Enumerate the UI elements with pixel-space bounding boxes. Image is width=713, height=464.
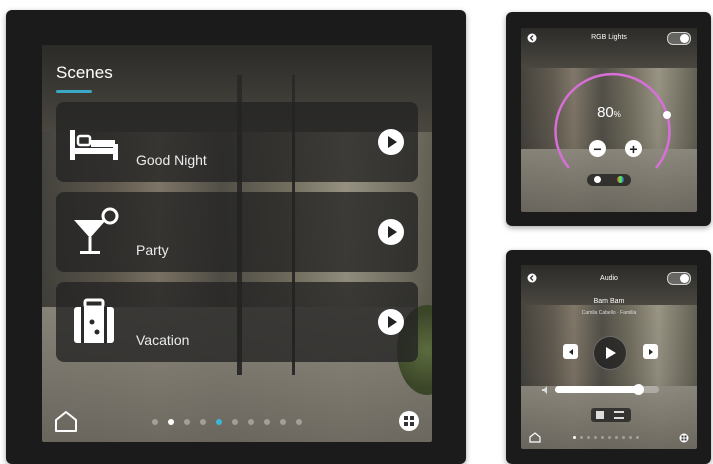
dim-decrease-button[interactable]: − xyxy=(589,140,606,157)
play-icon xyxy=(606,347,616,359)
page-indicator xyxy=(573,436,639,439)
page-dot[interactable] xyxy=(296,419,302,425)
grid-menu-icon[interactable] xyxy=(679,433,689,443)
audio-panel: Audio Bam Bam Camila Cabello · Familia xyxy=(506,250,711,464)
source-option-icon[interactable] xyxy=(596,411,604,419)
bed-icon xyxy=(70,130,118,160)
page-dot[interactable] xyxy=(264,419,270,425)
page-dot[interactable] xyxy=(580,436,583,439)
play-scene-button[interactable] xyxy=(378,309,404,335)
playlist-icon[interactable] xyxy=(614,411,624,419)
page-dot[interactable] xyxy=(587,436,590,439)
dim-increase-button[interactable]: + xyxy=(625,140,642,157)
play-button[interactable] xyxy=(593,336,627,370)
main-screen: Scenes Good Night Party Vacation xyxy=(42,45,432,442)
page-dot[interactable] xyxy=(636,436,639,439)
scenes-title-underline xyxy=(56,90,92,93)
page-dot[interactable] xyxy=(622,436,625,439)
home-icon[interactable] xyxy=(54,410,78,432)
page-dot[interactable] xyxy=(232,419,238,425)
scenes-title: Scenes xyxy=(56,63,113,82)
audio-power-toggle[interactable] xyxy=(667,272,691,285)
scene-label: Party xyxy=(136,242,169,258)
page-dot[interactable] xyxy=(615,436,618,439)
page-dot[interactable] xyxy=(573,436,576,439)
page-dot[interactable] xyxy=(216,419,222,425)
lights-panel: RGB Lights 80% − + xyxy=(506,12,711,226)
scene-label: Good Night xyxy=(136,152,207,168)
color-mode-icon[interactable] xyxy=(617,176,624,183)
page-dot[interactable] xyxy=(629,436,632,439)
play-scene-button[interactable] xyxy=(378,129,404,155)
back-icon[interactable] xyxy=(527,273,537,283)
page-dot[interactable] xyxy=(280,419,286,425)
previous-icon xyxy=(568,348,573,355)
volume-icon xyxy=(542,386,547,394)
cocktail-glass-icon xyxy=(74,207,119,254)
scene-card-good-night[interactable]: Good Night xyxy=(56,102,418,182)
page-dot[interactable] xyxy=(168,419,174,425)
volume-slider[interactable] xyxy=(555,384,659,395)
lights-screen: RGB Lights 80% − + xyxy=(521,28,697,212)
white-mode-icon[interactable] xyxy=(594,176,601,183)
grid-menu-icon[interactable] xyxy=(398,410,420,432)
page-dot[interactable] xyxy=(152,419,158,425)
page-dot[interactable] xyxy=(608,436,611,439)
main-panel: Scenes Good Night Party Vacation xyxy=(6,10,466,464)
bottom-bar xyxy=(42,402,432,442)
play-scene-button[interactable] xyxy=(378,219,404,245)
source-selector[interactable] xyxy=(591,408,631,422)
scene-label: Vacation xyxy=(136,332,190,348)
page-indicator xyxy=(152,419,302,425)
next-icon xyxy=(648,348,653,355)
volume-slider-fill xyxy=(555,386,639,393)
page-dot[interactable] xyxy=(594,436,597,439)
audio-screen: Audio Bam Bam Camila Cabello · Familia xyxy=(521,265,697,449)
suitcase-icon xyxy=(74,298,114,343)
track-title: Bam Bam xyxy=(593,298,625,305)
track-subtitle: Camila Cabello · Familia xyxy=(581,310,637,316)
scene-card-party[interactable]: Party xyxy=(56,192,418,272)
next-track-button[interactable] xyxy=(643,344,658,359)
scene-card-vacation[interactable]: Vacation xyxy=(56,282,418,362)
page-dot[interactable] xyxy=(200,419,206,425)
previous-track-button[interactable] xyxy=(563,344,578,359)
page-dot[interactable] xyxy=(184,419,190,425)
color-picker-bar[interactable] xyxy=(587,174,631,186)
home-icon[interactable] xyxy=(529,432,541,443)
dimmer-value: 80% xyxy=(597,104,621,121)
page-dot[interactable] xyxy=(248,419,254,425)
page-dot[interactable] xyxy=(601,436,604,439)
